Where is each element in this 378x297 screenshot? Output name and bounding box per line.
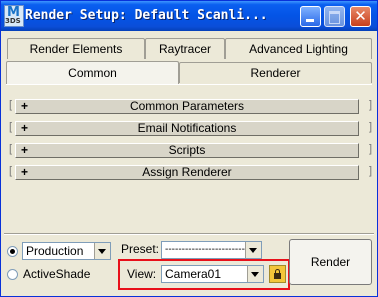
expand-icon: + <box>21 165 29 179</box>
tab-renderer[interactable]: Renderer <box>179 62 372 83</box>
rollout-label: Email Notifications <box>137 121 237 135</box>
rollout-left-bracket: [ <box>9 99 13 111</box>
rollout-left-bracket: [ <box>9 121 13 133</box>
rollout-label: Scripts <box>168 143 206 157</box>
rollout-assign-renderer[interactable]: [ + Assign Renderer ] <box>9 165 372 181</box>
close-icon: ✕ <box>354 7 367 25</box>
app-icon-subtext: 3DS <box>5 17 21 25</box>
chevron-down-icon[interactable] <box>94 243 110 259</box>
rollout-email-notifications[interactable]: [ + Email Notifications ] <box>9 121 372 137</box>
tab-advanced-lighting[interactable]: Advanced Lighting <box>225 38 372 59</box>
rollout-right-bracket: ] <box>368 99 372 111</box>
activeshade-radio[interactable] <box>7 269 18 280</box>
minimize-icon[interactable] <box>300 6 321 27</box>
expand-icon: + <box>21 121 29 135</box>
tab-raytracer[interactable]: Raytracer <box>145 38 225 59</box>
preset-dropdown[interactable]: ------------------------ <box>161 241 262 259</box>
production-dropdown-value: Production <box>26 244 84 258</box>
expand-icon: + <box>21 143 29 157</box>
tab-common[interactable]: Common <box>6 61 179 85</box>
highlight-box <box>118 259 290 290</box>
rollout-label: Assign Renderer <box>142 165 232 179</box>
preset-dropdown-value: ------------------------ <box>165 244 245 255</box>
rollout-bar[interactable]: + Email Notifications <box>15 121 359 136</box>
preset-label: Preset: <box>121 242 160 256</box>
rollout-right-bracket: ] <box>368 165 372 177</box>
expand-icon: + <box>21 99 29 113</box>
rollout-right-bracket: ] <box>368 121 372 133</box>
activeshade-label[interactable]: ActiveShade <box>23 267 90 281</box>
rollout-scripts[interactable]: [ + Scripts ] <box>9 143 372 159</box>
window-title: Render Setup: Default Scanli... <box>25 8 268 23</box>
rollout-bar[interactable]: + Common Parameters <box>15 99 359 114</box>
rollout-bar[interactable]: + Scripts <box>15 143 359 158</box>
app-icon[interactable]: M 3DS <box>4 5 24 27</box>
close-button[interactable]: ✕ <box>350 6 371 27</box>
render-setup-window: M 3DS Render Setup: Default Scanli... ✕ … <box>0 0 378 297</box>
chevron-down-icon[interactable] <box>245 242 261 258</box>
rollout-right-bracket: ] <box>368 143 372 155</box>
rollout-left-bracket: [ <box>9 143 13 155</box>
production-dropdown[interactable]: Production <box>22 242 111 260</box>
render-button[interactable]: Render <box>289 239 372 285</box>
divider <box>4 233 374 235</box>
rollout-bar[interactable]: + Assign Renderer <box>15 165 359 180</box>
rollout-common-parameters[interactable]: [ + Common Parameters ] <box>9 99 372 115</box>
tab-render-elements[interactable]: Render Elements <box>7 38 145 59</box>
rollout-label: Common Parameters <box>129 99 245 113</box>
production-radio[interactable] <box>7 246 18 257</box>
title-bar[interactable]: M 3DS Render Setup: Default Scanli... ✕ <box>1 1 377 31</box>
rollout-left-bracket: [ <box>9 165 13 177</box>
maximize-icon[interactable] <box>324 6 345 27</box>
